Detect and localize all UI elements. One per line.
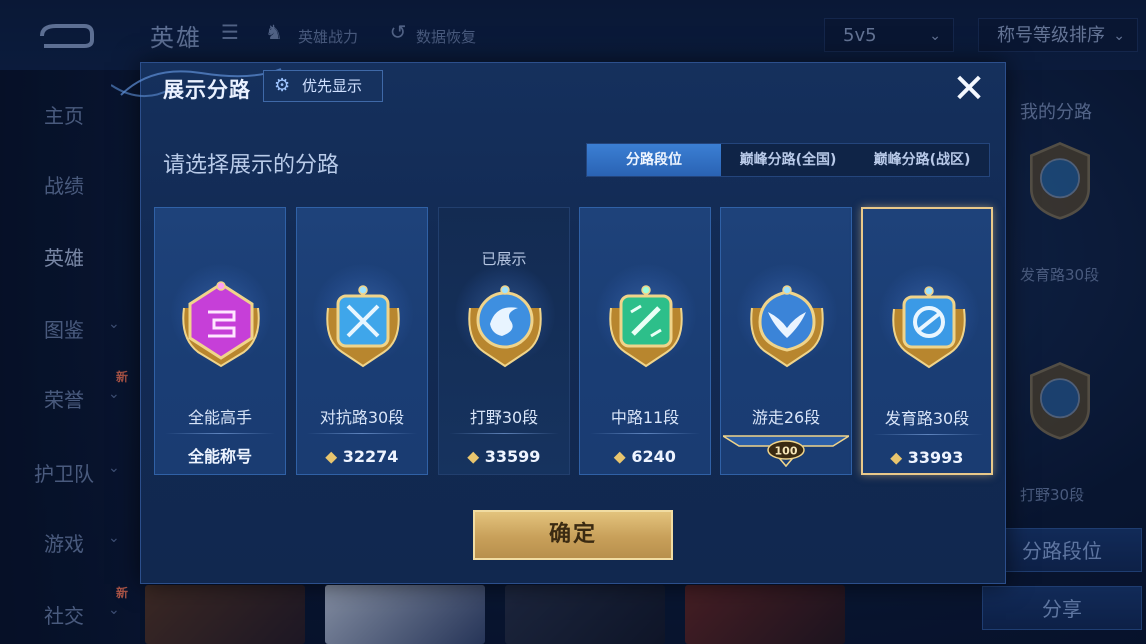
priority-display-label: 优先显示 (302, 77, 363, 95)
lane-points-value: 6240 (631, 447, 676, 466)
divider (449, 433, 559, 434)
dialog-title: 展示分路 (163, 78, 251, 102)
gear-icon: ⚙ (274, 75, 291, 96)
divider (165, 433, 275, 434)
lane-points-value: 32274 (342, 447, 399, 466)
lane-card-mid[interactable]: 中路11段 ⬥ 6240 (579, 207, 711, 475)
lane-title-label: 全能称号 (187, 447, 252, 466)
points-icon: ⬥ (890, 448, 902, 467)
lane-points-value: 33599 (484, 447, 541, 466)
close-icon[interactable]: ✕ (945, 67, 993, 111)
tab-peak-region[interactable]: 巅峰分路(战区) (855, 144, 989, 176)
lane-points: ⬥ 33993 (863, 443, 991, 473)
lane-name: 对抗路30段 (319, 408, 405, 427)
tab-peak-national[interactable]: 巅峰分路(全国) (721, 144, 855, 176)
divider (873, 434, 983, 435)
lane-name: 全能高手 (187, 408, 252, 427)
lane-tabs: 分路段位 巅峰分路(全国) 巅峰分路(战区) (586, 143, 990, 177)
lane-points: ⬥ 33599 (439, 442, 569, 472)
lane-card-all-round[interactable]: 全能高手 全能称号 (154, 207, 286, 475)
lane-points: ⬥ 32274 (297, 442, 427, 472)
roam-emblem-icon (750, 285, 824, 368)
tab-lane-rank[interactable]: 分路段位 (587, 144, 721, 176)
lane-name: 游走26段 (751, 408, 821, 427)
jungle-emblem-icon (468, 285, 542, 368)
lane-card-roam[interactable]: 游走26段 100 (720, 207, 852, 475)
farm-lane-emblem-icon (892, 286, 966, 369)
lane-points: ⬥ 6240 (580, 442, 710, 472)
rank-value: 100 (775, 445, 798, 458)
clash-lane-emblem-icon (326, 285, 400, 368)
points-icon: ⬥ (614, 447, 626, 466)
divider (307, 433, 417, 434)
lane-card-jungle[interactable]: 已展示 打野30段 ⬥ 33599 (438, 207, 570, 475)
lane-name: 发育路30段 (884, 409, 970, 428)
divider (590, 433, 700, 434)
lane-name: 打野30段 (469, 408, 539, 427)
lane-name: 中路11段 (610, 408, 680, 427)
dialog-subtitle: 请选择展示的分路 (163, 153, 340, 178)
lane-points-value: 33993 (907, 448, 964, 467)
lane-card-clash[interactable]: 对抗路30段 ⬥ 32274 (296, 207, 428, 475)
points-icon: ⬥ (467, 447, 479, 466)
all-round-emblem-icon (182, 281, 260, 368)
lane-card-farm[interactable]: 发育路30段 ⬥ 33993 (861, 207, 993, 475)
priority-display-button[interactable]: ⚙ 优先显示 (263, 70, 383, 102)
confirm-button[interactable]: 确定 (473, 510, 673, 560)
lane-display-dialog: 展示分路 ⚙ 优先显示 ✕ 请选择展示的分路 分路段位 巅峰分路(全国) 巅峰分… (111, 62, 1006, 584)
mid-lane-emblem-icon (609, 285, 683, 368)
rank-crest-icon: 100 (723, 435, 849, 468)
points-icon: ⬥ (325, 447, 337, 466)
